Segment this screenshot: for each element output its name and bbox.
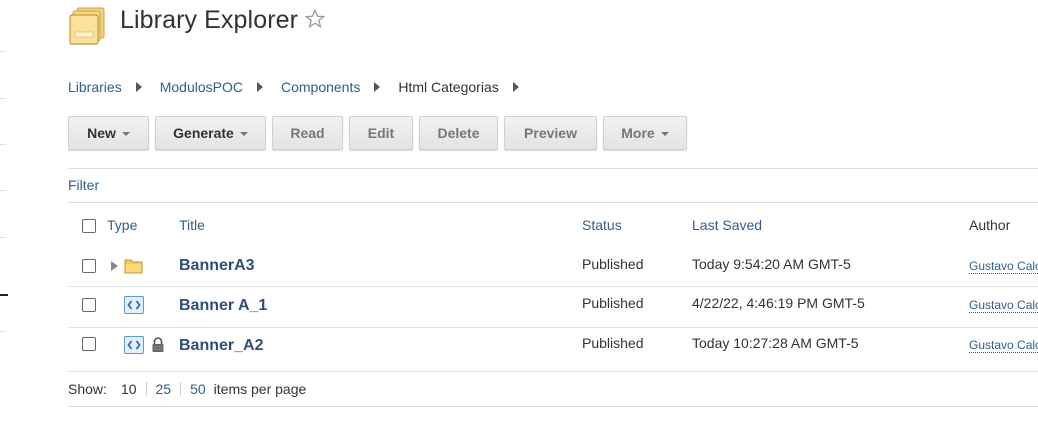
item-title-link[interactable]: BannerA3	[179, 257, 255, 275]
edge-separator	[0, 144, 6, 145]
divider	[68, 202, 1038, 203]
html-code-icon	[124, 296, 144, 314]
html-code-icon	[124, 336, 144, 354]
edit-button[interactable]: Edit	[349, 116, 413, 150]
last-saved-cell: 4/22/22, 4:46:19 PM GMT-5	[692, 295, 865, 311]
page-size-separator	[180, 382, 182, 396]
edge-separator	[0, 51, 6, 52]
row-divider	[68, 327, 1038, 328]
new-button-label: New	[87, 125, 116, 141]
row-divider	[68, 371, 1038, 372]
delete-button-label: Delete	[437, 125, 480, 141]
select-all-checkbox[interactable]	[82, 219, 96, 233]
breadcrumb-arrow-icon[interactable]	[512, 82, 519, 92]
filter-link[interactable]: Filter	[68, 177, 99, 193]
item-title-link[interactable]: Banner_A2	[179, 337, 263, 355]
row-divider	[68, 286, 1038, 287]
page-size-current: 10	[120, 381, 137, 397]
page-size-separator	[145, 382, 147, 396]
last-saved-column-header[interactable]: Last Saved	[692, 217, 762, 233]
read-button[interactable]: Read	[272, 116, 343, 150]
page-size-50-link[interactable]: 50	[190, 381, 206, 397]
author-column-header: Author	[969, 217, 1011, 233]
pagination: Show: 10 25 50 items per page	[68, 381, 306, 397]
breadcrumb-arrow-icon	[256, 82, 263, 92]
read-button-label: Read	[290, 125, 325, 141]
lock-icon	[152, 337, 164, 352]
more-button-label: More	[621, 125, 655, 141]
edge-separator	[0, 98, 6, 99]
breadcrumb-arrow-icon	[374, 82, 381, 92]
divider	[68, 406, 1038, 407]
status-cell: Published	[582, 256, 644, 272]
last-saved-cell: Today 9:54:20 AM GMT-5	[692, 256, 851, 272]
item-title-link[interactable]: Banner A_1	[179, 297, 267, 315]
author-link[interactable]: Gustavo Calc	[969, 298, 1038, 313]
edge-marker	[0, 294, 8, 296]
breadcrumb-modulospoc[interactable]: ModulosPOC	[160, 79, 243, 95]
last-saved-cell: Today 10:27:28 AM GMT-5	[692, 335, 859, 351]
generate-button-label: Generate	[173, 125, 234, 141]
row-checkbox[interactable]	[82, 298, 96, 312]
preview-button-label: Preview	[524, 125, 577, 141]
new-button[interactable]: New	[68, 116, 149, 150]
breadcrumb-components[interactable]: Components	[281, 79, 360, 95]
row-checkbox[interactable]	[82, 259, 96, 273]
edit-button-label: Edit	[367, 125, 395, 141]
page-title: Library Explorer	[120, 6, 299, 34]
more-button[interactable]: More	[603, 116, 687, 150]
status-cell: Published	[582, 335, 644, 351]
author-link[interactable]: Gustavo Calc	[969, 338, 1038, 353]
type-column-header[interactable]: Type	[107, 217, 137, 233]
chevron-down-icon	[660, 132, 669, 136]
row-checkbox[interactable]	[82, 337, 96, 351]
breadcrumb-libraries[interactable]: Libraries	[68, 79, 122, 95]
title-column-header[interactable]: Title	[179, 217, 205, 233]
preview-button[interactable]: Preview	[504, 116, 597, 150]
status-cell: Published	[582, 295, 644, 311]
favorite-star-icon[interactable]	[304, 8, 326, 30]
delete-button[interactable]: Delete	[419, 116, 498, 150]
show-label: Show:	[68, 381, 107, 397]
items-per-page-label: items per page	[213, 381, 307, 397]
generate-button[interactable]: Generate	[155, 116, 266, 150]
page-size-25-link[interactable]: 25	[156, 381, 172, 397]
breadcrumb-arrow-icon	[135, 82, 142, 92]
breadcrumb-html-categorias: Html Categorias	[398, 79, 499, 95]
folder-icon	[124, 259, 143, 274]
edge-separator	[0, 190, 6, 191]
edge-separator	[0, 331, 6, 332]
expand-arrow-icon[interactable]	[111, 261, 118, 271]
library-icon	[69, 7, 105, 45]
toolbar: New Generate Read Edit Delete Preview Mo…	[68, 116, 687, 150]
chevron-down-icon	[121, 132, 130, 136]
divider	[68, 168, 1038, 169]
author-link[interactable]: Gustavo Calc	[969, 259, 1038, 274]
status-column-header[interactable]: Status	[582, 217, 622, 233]
chevron-down-icon	[239, 132, 248, 136]
edge-separator	[0, 237, 6, 238]
breadcrumb: Libraries ModulosPOC Components Html Cat…	[68, 77, 537, 97]
